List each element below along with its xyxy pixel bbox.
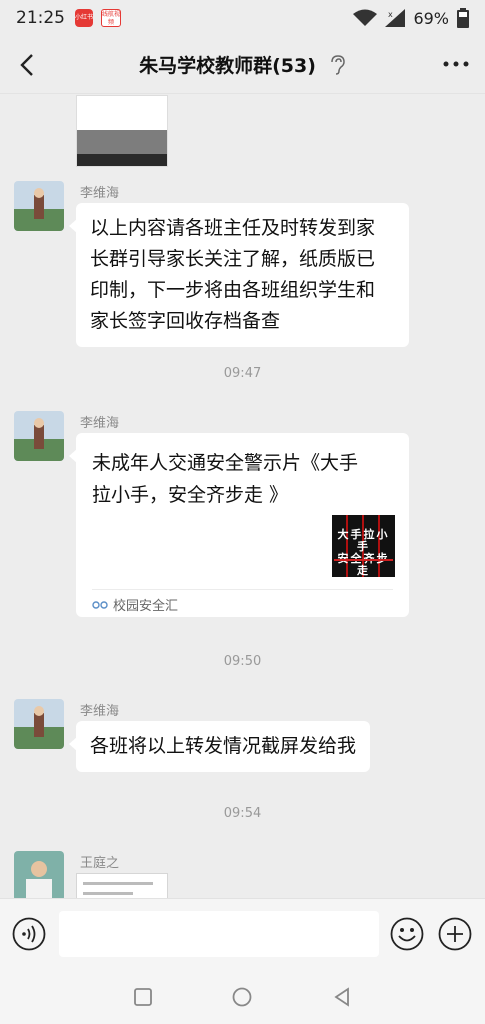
video-app-badge-icon: 线航视频 (101, 9, 121, 27)
avatar[interactable] (14, 851, 64, 898)
voice-icon[interactable] (12, 917, 46, 951)
timestamp: 09:47 (223, 366, 262, 381)
xiaohongshu-badge-icon: 小红书 (75, 9, 93, 27)
avatar[interactable] (14, 699, 64, 749)
timestamp: 09:54 (223, 806, 262, 821)
svg-text:x: x (388, 10, 393, 19)
more-dots-icon[interactable] (443, 60, 469, 68)
back-arrow-icon[interactable] (14, 50, 42, 80)
nav-back-icon[interactable] (330, 985, 354, 1009)
message-line: 印制，下一步将由各班组织学生和 (90, 279, 376, 301)
chat-list[interactable]: 李维海 以上内容请各班主任及时转发到家 长群引导家长关注了解，纸质版已 印制，下… (0, 95, 485, 898)
sender-name: 李维海 (80, 416, 120, 431)
card-source-label: 校园安全汇 (113, 599, 179, 614)
sender-name: 李维海 (80, 186, 120, 201)
avatar[interactable] (14, 181, 64, 231)
avatar-photo (14, 699, 64, 749)
message-line: 以上内容请各班主任及时转发到家 (90, 217, 376, 239)
battery-icon (457, 8, 469, 28)
status-right-group: x 69% (353, 8, 469, 28)
message-line: 长群引导家长关注了解，纸质版已 (90, 248, 376, 270)
avatar-photo (14, 181, 64, 231)
group-title: 朱马学校教师群(53) (139, 55, 316, 77)
signal-icon: x (385, 9, 406, 27)
recent-apps-icon[interactable] (131, 985, 155, 1009)
avatar-photo (14, 411, 64, 461)
timestamp: 09:50 (223, 654, 262, 669)
avatar[interactable] (14, 411, 64, 461)
thumb-text-line: 安全齐步走 (338, 553, 388, 577)
home-icon[interactable] (230, 985, 254, 1009)
battery-percent: 69% (413, 8, 449, 28)
status-bar: 21:25 小红书 线航视频 x 69% (0, 0, 485, 36)
link-card[interactable]: 未成年人交通安全警示片《大手 拉小手，安全齐步走 》 大手拉小手 安全齐步走 校… (69, 433, 409, 617)
message-bubble[interactable]: 各班将以上转发情况截屏发给我 (68, 721, 371, 772)
message-text: 各班将以上转发情况截屏发给我 (90, 735, 357, 757)
card-title-line: 未成年人交通安全警示片《大手 (92, 452, 359, 474)
card-source: 校园安全汇 (92, 595, 178, 614)
system-nav-bar (0, 970, 485, 1024)
card-thumbnail: 大手拉小手 安全齐步走 (332, 515, 395, 577)
status-time: 21:25 (16, 8, 65, 28)
sender-name: 王庭之 (80, 856, 120, 871)
sender-name: 李维海 (80, 704, 120, 719)
mini-program-icon (92, 600, 108, 609)
card-title: 未成年人交通安全警示片《大手 拉小手，安全齐步走 》 (92, 447, 392, 511)
message-bubble[interactable]: 以上内容请各班主任及时转发到家 长群引导家长关注了解，纸质版已 印制，下一步将由… (69, 203, 409, 347)
message-input[interactable] (59, 911, 379, 957)
message-line: 家长签字回收存档备查 (90, 310, 281, 332)
plus-icon[interactable] (438, 917, 472, 951)
emoji-icon[interactable] (390, 917, 424, 951)
card-title-line: 拉小手，安全齐步走 》 (92, 484, 289, 506)
avatar-photo (14, 851, 64, 898)
chat-header: 朱马学校教师群(53) (0, 36, 485, 94)
ear-icon[interactable] (328, 54, 346, 75)
image-message-partial[interactable] (76, 873, 168, 898)
thumb-text-line: 大手拉小手 (337, 528, 390, 553)
wifi-icon (353, 9, 378, 26)
input-bar (0, 898, 485, 970)
image-message-partial[interactable] (76, 95, 168, 167)
thumb-text: 大手拉小手 安全齐步走 (332, 529, 395, 577)
image-thumb-bottom (77, 154, 167, 166)
image-thumb-band (77, 130, 167, 156)
card-divider (92, 589, 393, 590)
